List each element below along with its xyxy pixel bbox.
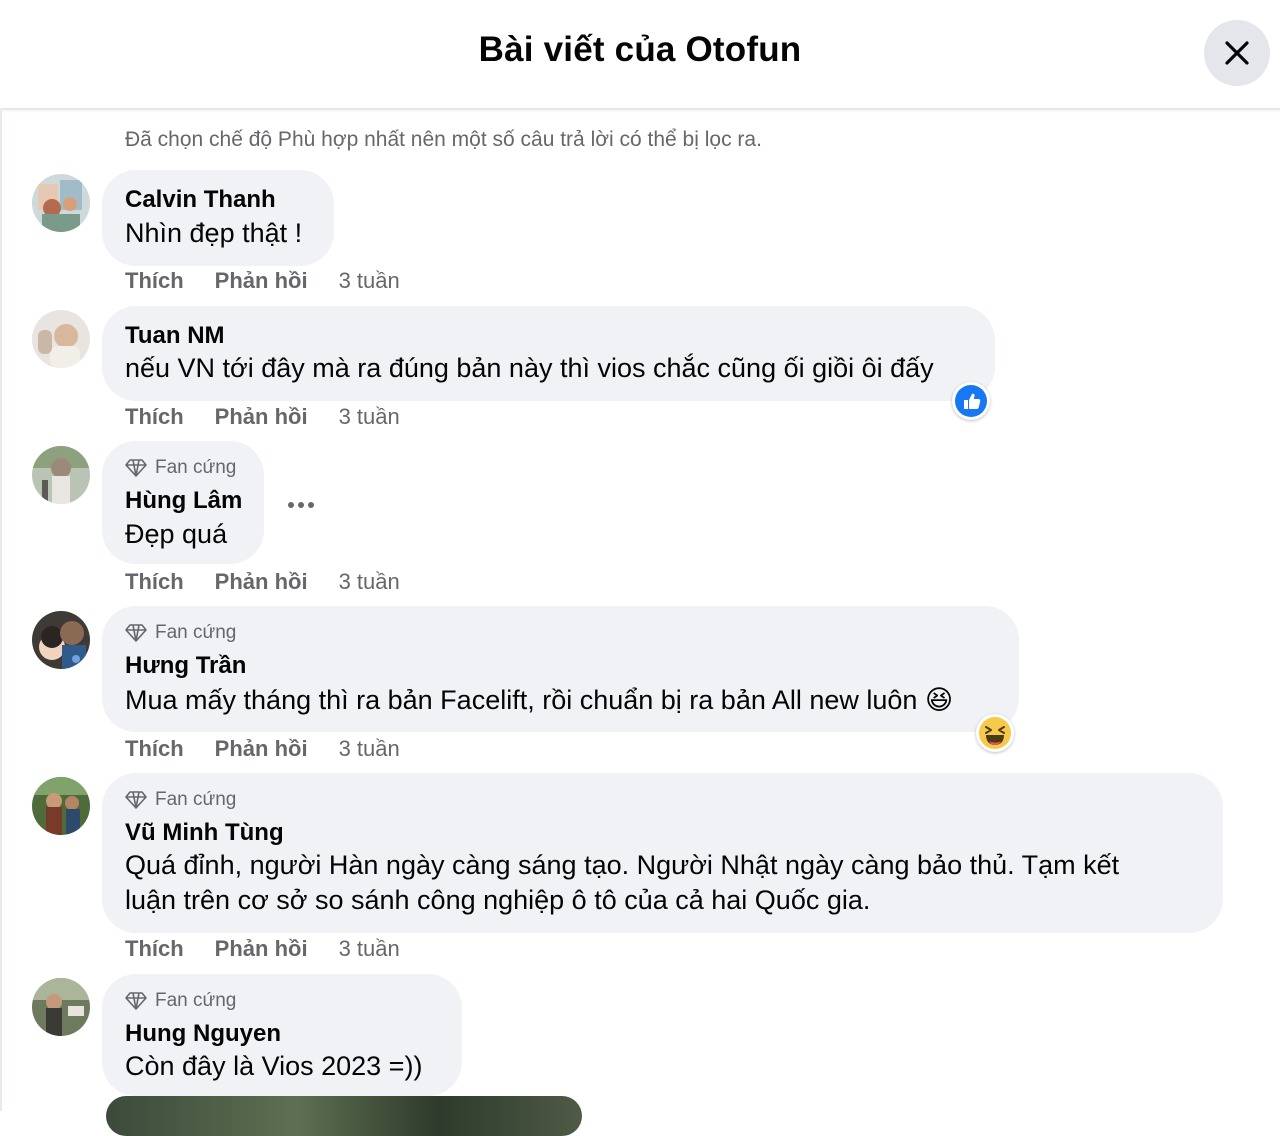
diamond-icon bbox=[125, 992, 147, 1010]
haha-reaction-icon bbox=[979, 717, 1011, 749]
avatar[interactable] bbox=[32, 174, 90, 232]
like-link[interactable]: Thích bbox=[125, 268, 184, 294]
badge-label: Fan cứng bbox=[155, 789, 237, 810]
dialog-left-edge bbox=[0, 108, 2, 1111]
more-options-button[interactable] bbox=[286, 497, 316, 511]
reply-link[interactable]: Phản hồi bbox=[215, 736, 308, 762]
reply-link[interactable]: Phản hồi bbox=[215, 936, 308, 962]
comment-text: Mua mấy tháng thì ra bản Facelift, rồi c… bbox=[125, 685, 954, 715]
like-link[interactable]: Thích bbox=[125, 936, 184, 962]
like-link[interactable]: Thích bbox=[125, 569, 184, 595]
comment-time[interactable]: 3 tuần bbox=[339, 404, 400, 430]
comment-bubble: Fan cứng Hùng Lâm Đẹp quá bbox=[102, 441, 264, 564]
diamond-icon bbox=[125, 791, 147, 809]
top-fan-badge: Fan cứng bbox=[125, 990, 236, 1012]
comment-actions: Thích Phản hồi 3 tuần bbox=[125, 569, 400, 595]
comment-time[interactable]: 3 tuần bbox=[339, 736, 400, 762]
badge-label: Fan cứng bbox=[155, 457, 237, 478]
diamond-icon bbox=[125, 624, 147, 642]
like-reaction-icon bbox=[955, 385, 987, 417]
avatar[interactable] bbox=[32, 611, 90, 669]
comment-author[interactable]: Tuan NM bbox=[125, 322, 225, 350]
top-fan-badge: Fan cứng bbox=[125, 622, 236, 644]
comment-bubble: Fan cứng Hưng Trần Mua mấy tháng thì ra … bbox=[102, 606, 1019, 732]
comment-bubble: Fan cứng Hung Nguyen Còn đây là Vios 202… bbox=[102, 974, 462, 1096]
comment-author[interactable]: Hưng Trần bbox=[125, 652, 246, 680]
reply-link[interactable]: Phản hồi bbox=[215, 268, 308, 294]
comment-bubble: Fan cứng Vũ Minh Tùng Quá đỉnh, người Hà… bbox=[102, 773, 1223, 933]
filter-note: Đã chọn chế độ Phù hợp nhất nên một số c… bbox=[125, 128, 762, 151]
comment-text-line: luận trên cơ sở so sánh công nghiệp ô tô… bbox=[125, 885, 871, 915]
like-link[interactable]: Thích bbox=[125, 736, 184, 762]
comment-author[interactable]: Hùng Lâm bbox=[125, 487, 242, 515]
top-fan-badge: Fan cứng bbox=[125, 457, 236, 479]
comment-time[interactable]: 3 tuần bbox=[339, 936, 400, 962]
badge-label: Fan cứng bbox=[155, 622, 237, 643]
comment-author[interactable]: Calvin Thanh bbox=[125, 186, 276, 214]
badge-label: Fan cứng bbox=[155, 990, 237, 1011]
diamond-icon bbox=[125, 459, 147, 477]
comment-author[interactable]: Vũ Minh Tùng bbox=[125, 819, 284, 847]
top-fan-badge: Fan cứng bbox=[125, 789, 236, 811]
close-button[interactable] bbox=[1204, 20, 1270, 86]
comment-text: nếu VN tới đây mà ra đúng bản này thì vi… bbox=[125, 353, 934, 383]
like-link[interactable]: Thích bbox=[125, 404, 184, 430]
comment-time[interactable]: 3 tuần bbox=[339, 268, 400, 294]
comment-text-line: Quá đỉnh, người Hàn ngày càng sáng tạo. … bbox=[125, 850, 1120, 880]
reaction-badge[interactable] bbox=[976, 714, 1014, 752]
comment-text: Đẹp quá bbox=[125, 519, 228, 549]
comment-text: Còn đây là Vios 2023 =)) bbox=[125, 1051, 423, 1081]
avatar[interactable] bbox=[32, 310, 90, 368]
comment-actions: Thích Phản hồi 3 tuần bbox=[125, 736, 400, 762]
comment-author[interactable]: Hung Nguyen bbox=[125, 1020, 281, 1048]
comment-actions: Thích Phản hồi 3 tuần bbox=[125, 404, 400, 430]
comment-actions: Thích Phản hồi 3 tuần bbox=[125, 936, 400, 962]
comment-text: Nhìn đẹp thật ! bbox=[125, 218, 303, 248]
comment-actions: Thích Phản hồi 3 tuần bbox=[125, 268, 400, 294]
reply-link[interactable]: Phản hồi bbox=[215, 569, 308, 595]
comment-bubble: Tuan NM nếu VN tới đây mà ra đúng bản nà… bbox=[102, 306, 995, 401]
reaction-badge[interactable] bbox=[952, 382, 990, 420]
avatar[interactable] bbox=[32, 446, 90, 504]
comment-bubble: Calvin Thanh Nhìn đẹp thật ! bbox=[102, 170, 334, 266]
close-icon bbox=[1225, 41, 1249, 65]
dialog-title: Bài viết của Otofun bbox=[478, 30, 802, 69]
comment-time[interactable]: 3 tuần bbox=[339, 569, 400, 595]
reply-link[interactable]: Phản hồi bbox=[215, 404, 308, 430]
dialog-header: Bài viết của Otofun bbox=[0, 0, 1280, 110]
comment-image-attachment[interactable] bbox=[106, 1096, 582, 1136]
avatar[interactable] bbox=[32, 777, 90, 835]
avatar[interactable] bbox=[32, 978, 90, 1036]
